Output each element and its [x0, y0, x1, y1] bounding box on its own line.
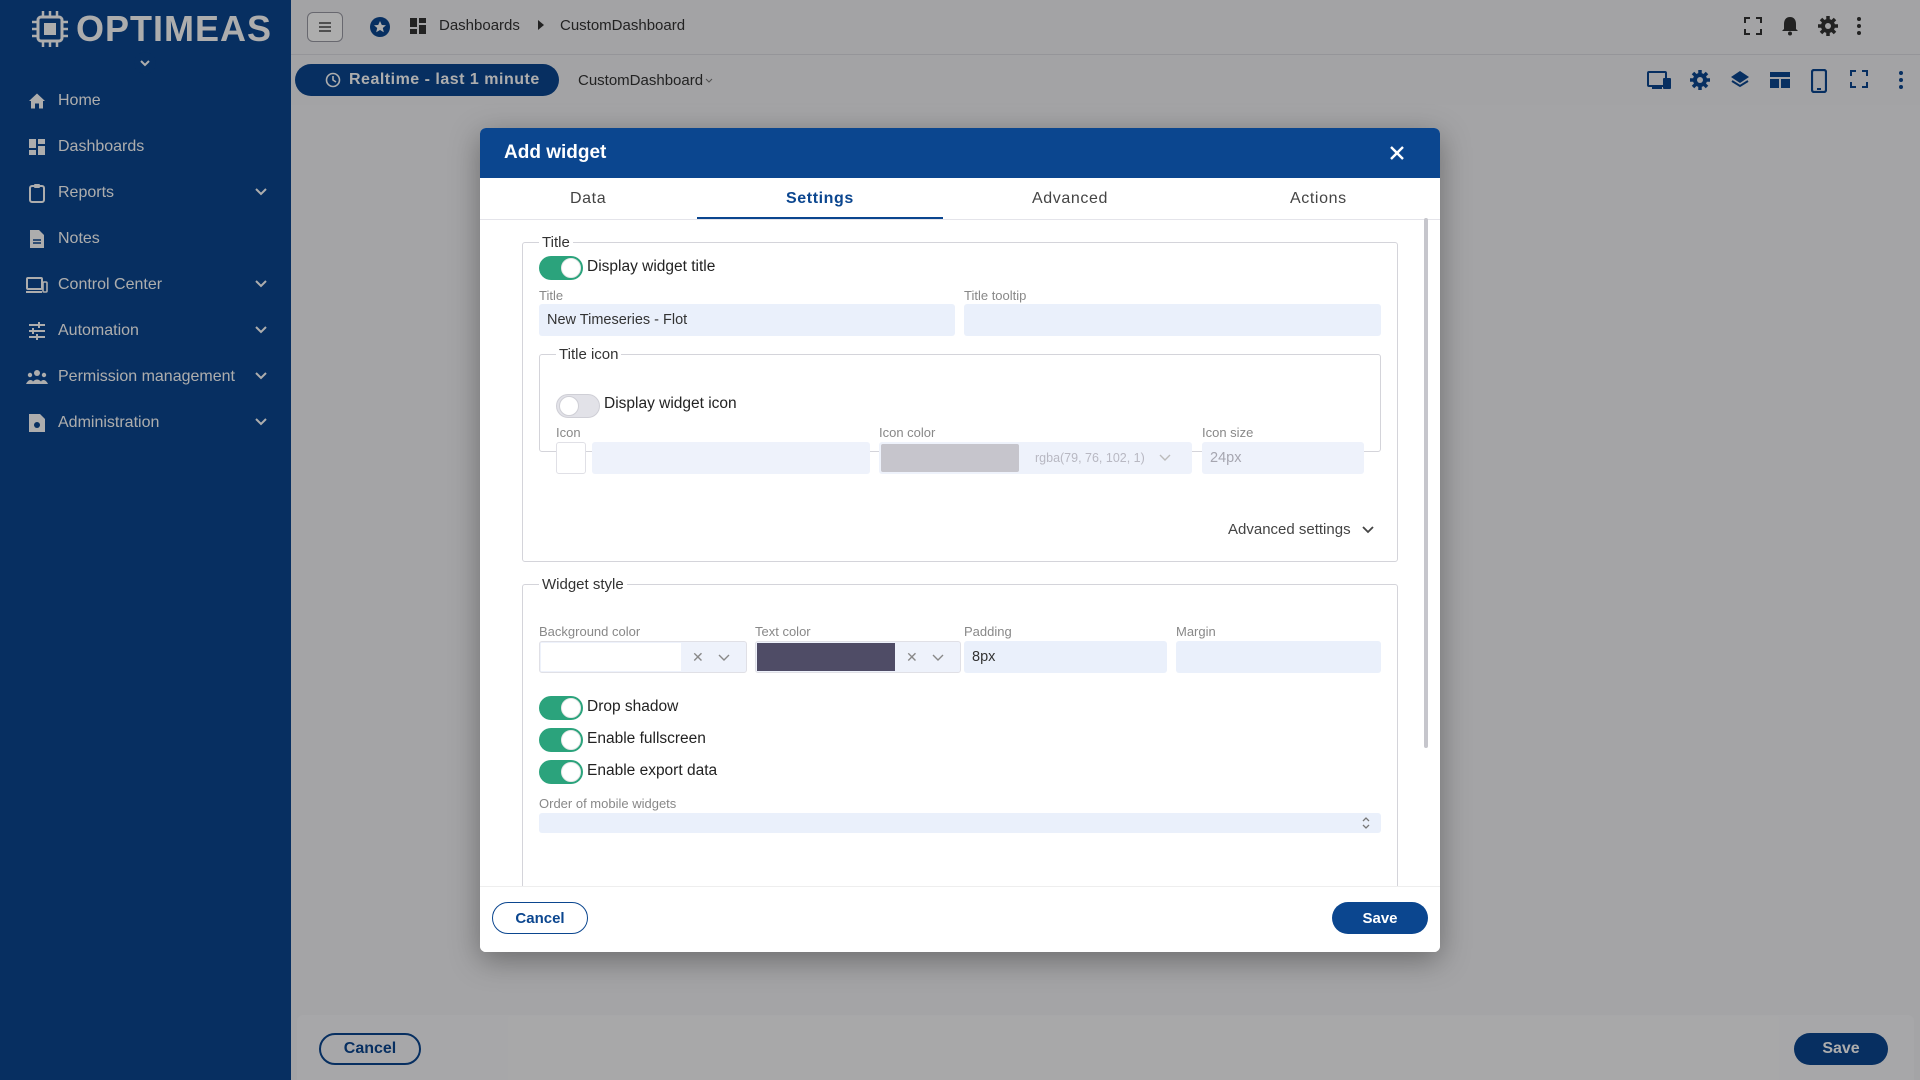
enable-export-data-label: Enable export data: [587, 762, 718, 779]
stepper-icon: [1361, 815, 1371, 831]
dialog-tabs: Data Settings Advanced Actions: [480, 178, 1440, 220]
margin-label: Margin: [1176, 624, 1216, 639]
padding-input[interactable]: 8px: [964, 641, 1167, 673]
title-icon-legend: Title icon: [559, 346, 619, 363]
close-icon[interactable]: [1388, 144, 1406, 162]
chevron-down-icon: [932, 654, 944, 662]
enable-export-data-toggle[interactable]: [539, 760, 583, 784]
icon-color-label: Icon color: [879, 425, 936, 440]
clear-icon[interactable]: ✕: [692, 649, 704, 666]
drop-shadow-toggle[interactable]: [539, 696, 583, 720]
dialog-header: Add widget: [480, 128, 1440, 178]
mobile-order-label: Order of mobile widgets: [539, 796, 677, 811]
enable-fullscreen-label: Enable fullscreen: [587, 730, 706, 747]
icon-color-swatch: [881, 444, 1019, 472]
text-color-picker[interactable]: ✕: [755, 641, 961, 673]
active-tab-indicator: [697, 217, 943, 219]
icon-preview-box[interactable]: [556, 442, 586, 474]
chevron-down-icon: [1361, 525, 1375, 535]
title-field-label: Title: [539, 288, 564, 303]
text-color-label: Text color: [755, 624, 811, 639]
clear-icon[interactable]: ✕: [906, 649, 918, 666]
icon-size-label: Icon size: [1202, 425, 1254, 440]
display-widget-title-toggle[interactable]: [539, 256, 583, 280]
chevron-down-icon: [718, 654, 730, 662]
tab-settings[interactable]: Settings: [786, 190, 854, 208]
text-color-swatch: [757, 643, 895, 671]
dialog-scrollbar[interactable]: [1424, 218, 1428, 748]
tab-actions[interactable]: Actions: [1290, 190, 1347, 208]
icon-color-picker[interactable]: rgba(79, 76, 102, 1): [879, 442, 1192, 474]
cancel-button[interactable]: Cancel: [492, 902, 588, 934]
settings-panel: Title Display widget title Title New Tim…: [480, 220, 1440, 886]
padding-label: Padding: [964, 624, 1012, 639]
display-widget-icon-label: Display widget icon: [604, 395, 737, 412]
title-input[interactable]: New Timeseries - Flot: [539, 304, 955, 336]
background-color-picker[interactable]: ✕: [539, 641, 747, 673]
advanced-settings-toggle[interactable]: Advanced settings: [1228, 521, 1375, 538]
widget-style-legend: Widget style: [542, 576, 624, 593]
title-tooltip-label: Title tooltip: [964, 288, 1027, 303]
title-tooltip-input[interactable]: [964, 304, 1381, 336]
title-section-legend: Title: [542, 234, 570, 251]
dialog-title: Add widget: [504, 142, 607, 163]
icon-size-input[interactable]: 24px: [1202, 442, 1364, 474]
background-color-label: Background color: [539, 624, 641, 639]
display-widget-title-label: Display widget title: [587, 258, 716, 275]
icon-field-label: Icon: [556, 425, 581, 440]
save-button[interactable]: Save: [1332, 902, 1428, 934]
add-widget-dialog: Add widget Data Settings Advanced Action…: [480, 128, 1440, 952]
icon-color-value: rgba(79, 76, 102, 1): [1035, 451, 1145, 465]
dialog-footer: Cancel Save: [480, 886, 1440, 952]
enable-fullscreen-toggle[interactable]: [539, 728, 583, 752]
background-color-swatch: [541, 643, 681, 671]
tab-data[interactable]: Data: [570, 190, 606, 208]
mobile-order-input[interactable]: [539, 813, 1381, 833]
tab-advanced[interactable]: Advanced: [1032, 190, 1108, 208]
icon-input[interactable]: [592, 442, 870, 474]
advanced-settings-label: Advanced settings: [1228, 521, 1351, 538]
chevron-down-icon: [1159, 454, 1171, 462]
drop-shadow-label: Drop shadow: [587, 698, 679, 715]
display-widget-icon-toggle[interactable]: [556, 394, 600, 418]
margin-input[interactable]: [1176, 641, 1381, 673]
